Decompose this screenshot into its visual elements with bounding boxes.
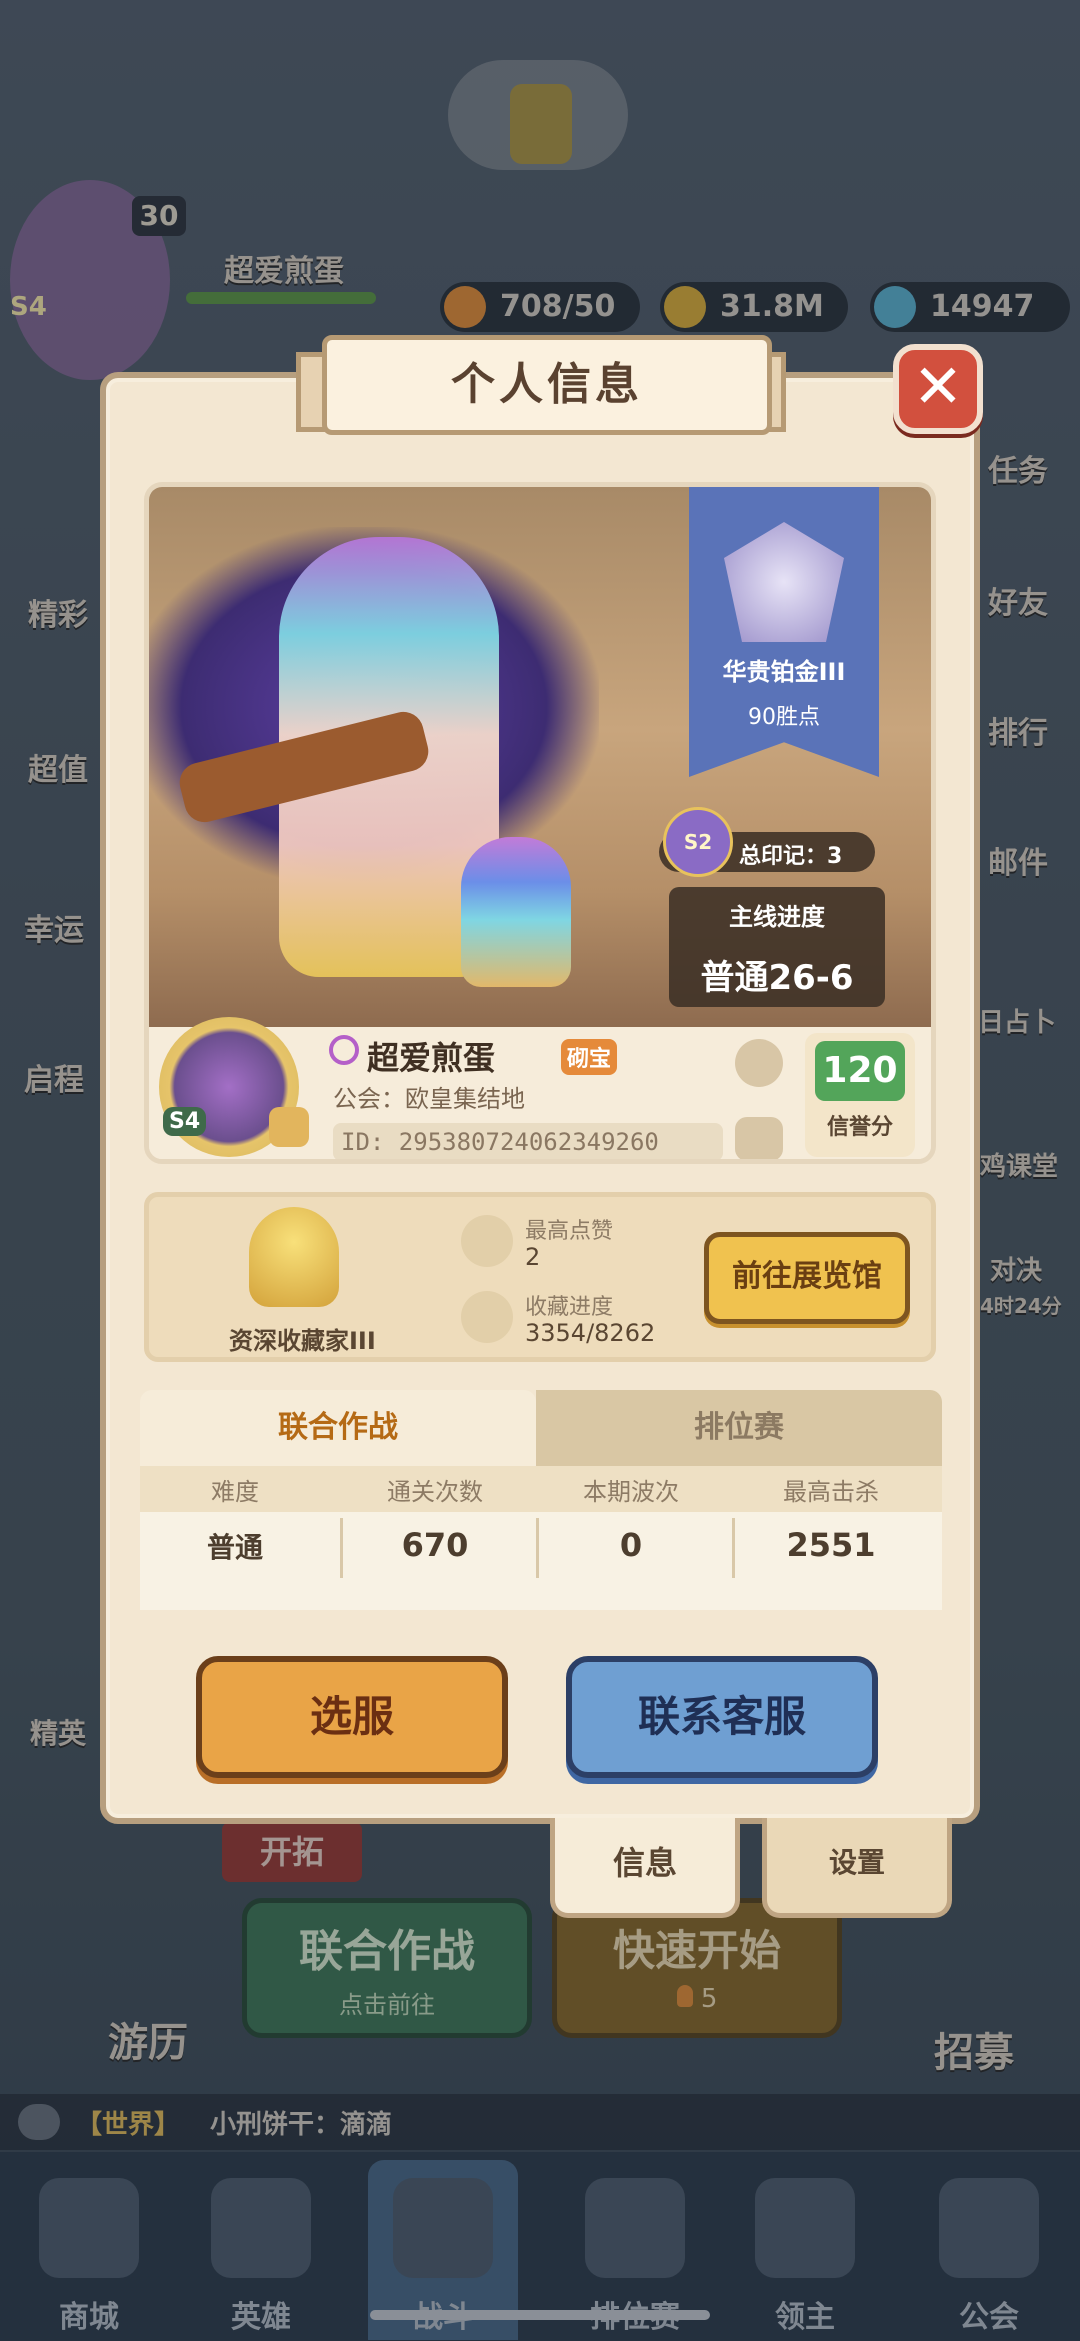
title-banner: 个人信息 (322, 335, 772, 435)
collector-trophy-icon (249, 1207, 339, 1307)
rank-points: 90胜点 (748, 705, 820, 730)
cell-difficulty: 普通 (206, 1531, 263, 1564)
likes-value: 2 (525, 1243, 541, 1271)
cell-max-kills: 2551 (786, 1526, 876, 1564)
panel-title: 个人信息 (451, 359, 643, 410)
main-progress-label: 主线进度 (729, 903, 825, 931)
close-icon: ✕ (912, 352, 964, 422)
divider (732, 1518, 735, 1578)
trophy-icon (461, 1291, 513, 1343)
edit-signature-icon[interactable] (735, 1039, 783, 1087)
player-info-strip: S4 超爱煎蛋 砌宝 公会：欧皇集结地 ID: 2953807240623492… (149, 1017, 931, 1159)
cell-clears: 670 (401, 1526, 469, 1564)
player-id: ID: 295380724062349260 (333, 1123, 723, 1159)
marks-label: 总印记：3 (739, 844, 843, 869)
header-clears: 通关次数 (387, 1478, 483, 1506)
rank-name: 华贵铂金III (722, 658, 846, 686)
gender-icon (329, 1035, 359, 1065)
profile-card: 华贵铂金III 90胜点 总印记：3 S2 主线进度 普通26-6 S4 超爱煎… (144, 482, 936, 1164)
goto-exhibition-button[interactable]: 前往展览馆 (704, 1232, 910, 1324)
tab-ranked-mode[interactable]: 排位赛 (536, 1390, 942, 1466)
season-emblem-icon: S2 (663, 807, 733, 877)
main-progress-value: 普通26-6 (700, 958, 854, 998)
header-waves: 本期波次 (583, 1478, 679, 1506)
header-max-kills: 最高击杀 (783, 1478, 879, 1506)
mode-tabs: 联合作战 排位赛 (140, 1390, 942, 1466)
season-emblem-label: S2 (683, 830, 713, 854)
header-difficulty: 难度 (211, 1478, 259, 1506)
select-server-button[interactable]: 选服 (196, 1656, 508, 1778)
platinum-rank-badge-icon (724, 522, 844, 642)
contact-service-button[interactable]: 联系客服 (566, 1656, 878, 1778)
thumbs-up-icon (461, 1215, 513, 1267)
switch-avatar-icon[interactable] (269, 1107, 309, 1147)
cell-waves: 0 (619, 1526, 643, 1564)
collection-progress-value: 3354/8262 (525, 1319, 656, 1347)
player-tag-badge: 砌宝 (561, 1039, 618, 1075)
pet-character-art (461, 837, 571, 987)
likes-label: 最高点赞 (525, 1219, 614, 1244)
collector-title: 资深收藏家III (229, 1327, 376, 1355)
tab-coop[interactable]: 联合作战 (140, 1390, 536, 1466)
credit-score-box[interactable]: 120 信誉分 (805, 1033, 915, 1157)
hero-showcase-scene: 华贵铂金III 90胜点 总印记：3 S2 主线进度 普通26-6 (149, 487, 931, 1027)
tab-info[interactable]: 信息 (550, 1818, 740, 1918)
close-button[interactable]: ✕ (893, 344, 983, 434)
main-progress-box: 主线进度 普通26-6 (669, 887, 885, 1007)
collection-progress-label: 收藏进度 (525, 1295, 614, 1320)
avatar-season-badge: S4 (163, 1107, 207, 1136)
credit-score-label: 信誉分 (826, 1115, 893, 1140)
tab-settings[interactable]: 设置 (762, 1818, 952, 1918)
rank-flag[interactable]: 华贵铂金III 90胜点 (689, 487, 879, 777)
copy-id-icon[interactable] (735, 1117, 783, 1159)
profile-name: 超爱煎蛋 (367, 1039, 496, 1077)
guild-name: 公会：欧皇集结地 (333, 1085, 525, 1113)
credit-score-value: 120 (815, 1041, 905, 1101)
stats-table: 难度 通关次数 本期波次 最高击杀 普通 670 0 2551 (140, 1466, 942, 1610)
